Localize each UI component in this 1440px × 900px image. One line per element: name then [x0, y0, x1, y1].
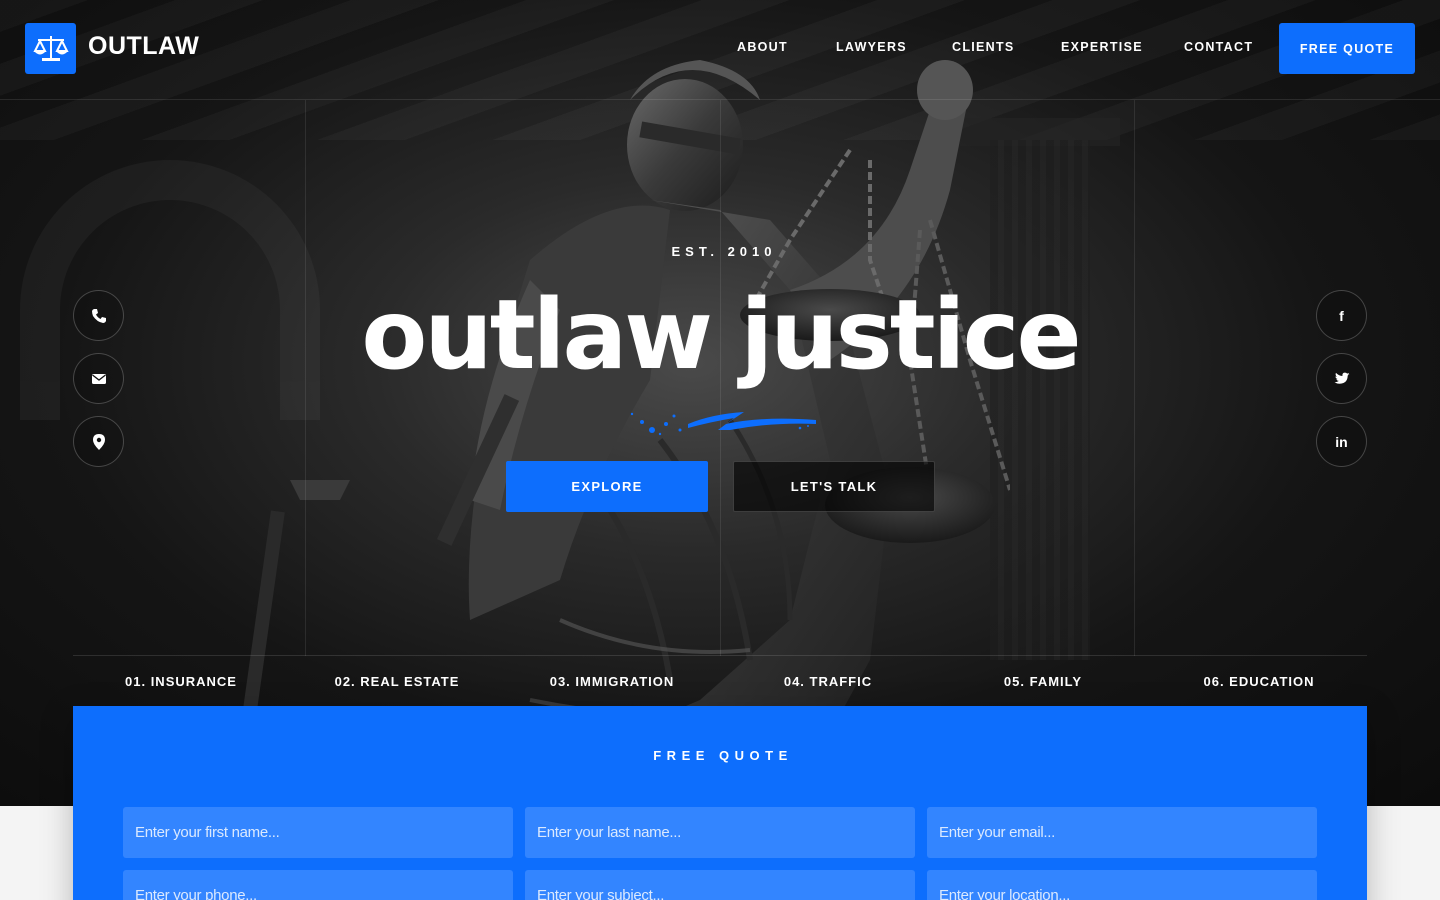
- subject-field[interactable]: [525, 870, 915, 900]
- tab-education[interactable]: 06. EDUCATION: [1151, 674, 1367, 689]
- nav-lawyers[interactable]: LAWYERS: [836, 40, 907, 54]
- scales-icon: [32, 35, 69, 61]
- tab-real-estate[interactable]: 02. REAL ESTATE: [289, 674, 505, 689]
- tab-traffic[interactable]: 04. TRAFFIC: [720, 674, 936, 689]
- linkedin-button[interactable]: in: [1316, 416, 1367, 467]
- tab-immigration[interactable]: 03. IMMIGRATION: [504, 674, 720, 689]
- tab-family[interactable]: 05. FAMILY: [935, 674, 1151, 689]
- logo-badge[interactable]: [25, 23, 76, 74]
- tabs-divider: [73, 655, 1367, 656]
- last-name-field[interactable]: [525, 807, 915, 858]
- lady-justice-statue-image: [230, 60, 1010, 806]
- nav-about[interactable]: ABOUT: [737, 40, 788, 54]
- email-field[interactable]: [927, 807, 1317, 858]
- location-pin-icon: [92, 433, 105, 450]
- free-quote-button[interactable]: FREE QUOTE: [1279, 23, 1415, 74]
- location-field[interactable]: [927, 870, 1317, 900]
- hero-title: outlaw justice: [361, 279, 1081, 391]
- form-title: FREE QUOTE: [653, 748, 793, 763]
- nav-contact[interactable]: CONTACT: [1184, 40, 1253, 54]
- lets-talk-button[interactable]: LET'S TALK: [733, 461, 935, 512]
- established-tagline: EST. 2010: [671, 244, 777, 259]
- free-quote-form: FREE QUOTE: [73, 706, 1367, 900]
- first-name-field[interactable]: [123, 807, 513, 858]
- nav-clients[interactable]: CLIENTS: [952, 40, 1015, 54]
- phone-field[interactable]: [123, 870, 513, 900]
- brand-name[interactable]: OUTLAW: [88, 32, 199, 61]
- nav-expertise[interactable]: EXPERTISE: [1061, 40, 1143, 54]
- linkedin-icon: in: [1335, 433, 1348, 450]
- tab-insurance[interactable]: 01. INSURANCE: [73, 674, 289, 689]
- header-bar: OUTLAW ABOUT LAWYERS CLIENTS EXPERTISE C…: [0, 0, 1440, 100]
- location-button[interactable]: [73, 416, 124, 467]
- brush-stroke-decoration: [630, 412, 816, 436]
- explore-button[interactable]: EXPLORE: [506, 461, 708, 512]
